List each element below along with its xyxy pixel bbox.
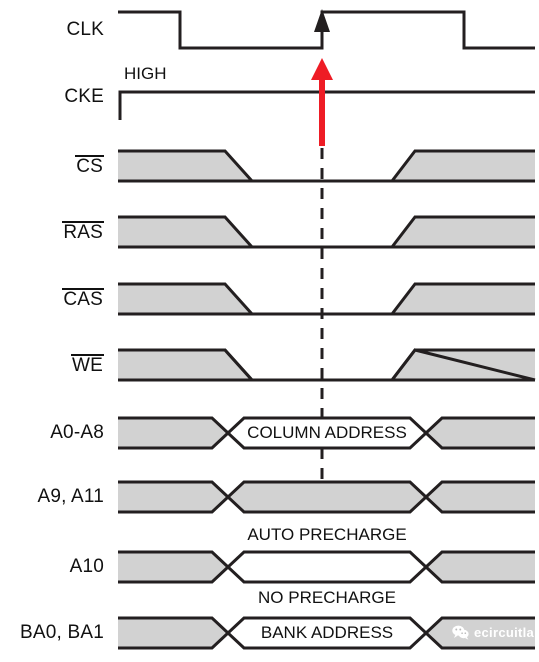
a10-auto-precharge-annotation: AUTO PRECHARGE (247, 525, 407, 544)
signal-label-cas: CAS (62, 288, 104, 310)
cke-trace (118, 90, 535, 120)
waveform-we (118, 348, 536, 382)
signal-label-a9-a11: A9, A11 (37, 486, 104, 507)
signal-label-a0-a8: A0-A8 (50, 422, 104, 443)
waveform-cs (118, 149, 535, 183)
signal-label-cke: CKE (64, 86, 104, 107)
signal-label-a10: A10 (69, 556, 104, 577)
waveform-clk (118, 9, 535, 50)
signal-label-ba0-ba1: BA0, BA1 (20, 622, 104, 643)
signal-label-clk: CLK (66, 19, 104, 40)
waveform-cke (118, 90, 535, 120)
bus-value-bank-address: BANK ADDRESS (260, 623, 394, 642)
waveform-a10 (118, 550, 535, 584)
signal-label-we: WE (70, 354, 104, 376)
watermark-text: ecircuitlab (474, 625, 539, 640)
watermark: ecircuitlab (452, 625, 539, 640)
bus-value-column-address: COLUMN ADDRESS (247, 423, 407, 442)
signal-label-cs: CS (75, 155, 104, 177)
a10-no-precharge-annotation: NO PRECHARGE (258, 588, 396, 607)
waveform-a9-a11 (118, 480, 535, 514)
signal-label-ras: RAS (62, 221, 104, 243)
wechat-icon (452, 625, 469, 640)
waveform-ras (118, 215, 535, 249)
rising-edge-arrow-icon (314, 9, 330, 48)
timing-diagram-canvas: CLK CKE CS RAS CAS WE A0-A8 A9, A11 A10 … (0, 0, 539, 662)
waveform-cas (118, 282, 535, 316)
red-sample-arrow-icon (311, 58, 333, 146)
cke-high-annotation: HIGH (124, 64, 167, 83)
